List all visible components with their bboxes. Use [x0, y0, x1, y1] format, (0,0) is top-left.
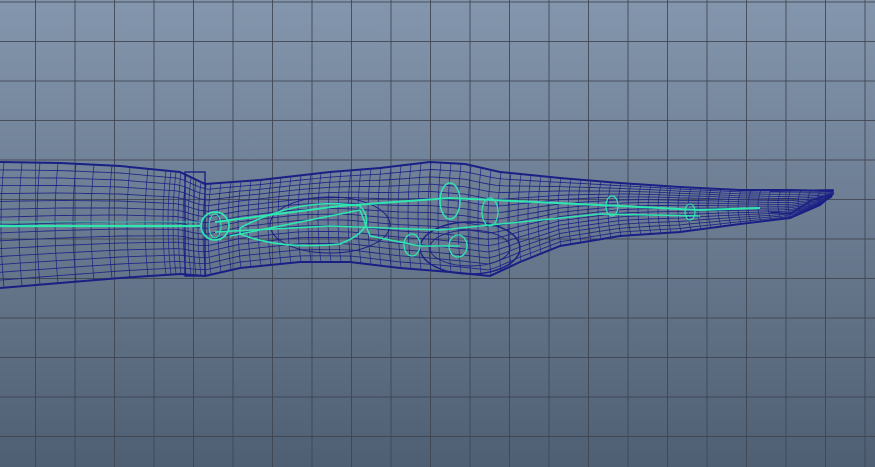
viewport-panel[interactable]	[0, 0, 875, 467]
mesh-ring	[337, 171, 342, 263]
mesh-ring	[477, 167, 482, 276]
mesh-ring	[527, 175, 532, 258]
mesh-ring	[287, 176, 292, 263]
mesh-ring	[597, 181, 602, 240]
mesh-ring	[487, 169, 492, 276]
mesh-ring	[237, 181, 242, 268]
mesh-ring	[447, 163, 452, 273]
mesh-ring	[577, 179, 582, 243]
mesh-ring	[347, 170, 352, 263]
mesh-outline-top	[0, 160, 834, 192]
mesh-ring	[497, 172, 502, 271]
mesh-ring	[437, 162, 442, 272]
mesh-ring	[407, 164, 412, 269]
mesh-ring	[537, 176, 542, 254]
viewport-canvas[interactable]	[0, 0, 875, 467]
mesh-ring	[277, 177, 282, 264]
mesh-ring	[397, 165, 402, 269]
mesh-ring	[257, 179, 262, 266]
mesh-ring	[737, 189, 742, 225]
mesh-ring	[307, 174, 312, 263]
